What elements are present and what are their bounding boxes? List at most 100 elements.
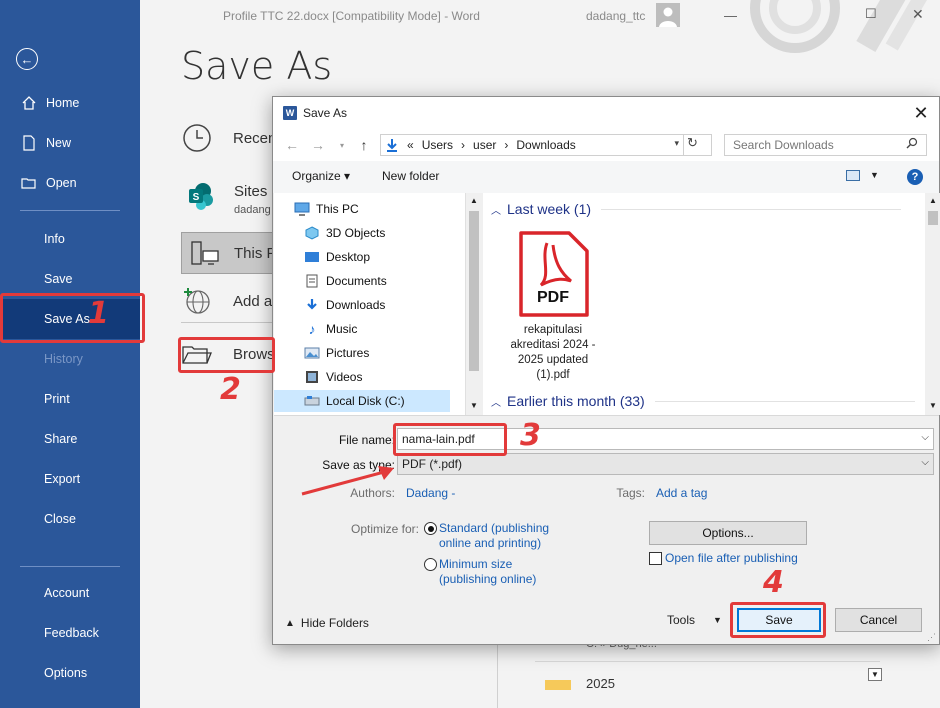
optimize-minimum-radio[interactable] bbox=[424, 558, 437, 571]
tree-item-pictures[interactable]: Pictures bbox=[304, 342, 369, 364]
dialog-title: Save As bbox=[303, 106, 348, 120]
minimize-icon[interactable]: — bbox=[724, 8, 737, 23]
search-input[interactable]: Search Downloads bbox=[724, 134, 927, 156]
location-sites-sub: dadang bbox=[234, 204, 271, 216]
location-this-pc[interactable]: This P bbox=[181, 232, 281, 274]
list-dropdown-icon[interactable]: ▼ bbox=[868, 668, 882, 681]
scroll-down-icon[interactable]: ▼ bbox=[929, 401, 937, 410]
help-icon[interactable]: ? bbox=[907, 169, 923, 185]
tree-item-label: Desktop bbox=[326, 250, 371, 264]
open-after-publishing-checkbox[interactable] bbox=[649, 552, 662, 565]
breadcrumb-users[interactable]: Users bbox=[422, 138, 453, 152]
nav-options[interactable]: Options bbox=[0, 653, 140, 693]
tree-item-downloads[interactable]: Downloads bbox=[304, 294, 385, 316]
open-after-publishing-label[interactable]: Open file after publishing bbox=[665, 551, 798, 565]
tools-button[interactable]: Tools ▼ bbox=[667, 613, 722, 627]
scrollbar-thumb[interactable] bbox=[469, 211, 479, 371]
location-this-pc-label: This P bbox=[234, 245, 277, 262]
breadcrumb-user[interactable]: user bbox=[473, 138, 496, 152]
annotation-number-4: 4 bbox=[763, 565, 784, 600]
nav-info-label: Info bbox=[44, 232, 65, 246]
nav-share[interactable]: Share bbox=[0, 419, 140, 459]
save-type-select[interactable]: PDF (*.pdf) ⌵ bbox=[397, 453, 934, 475]
add-tag-link[interactable]: Add a tag bbox=[656, 486, 707, 500]
scrollbar-thumb[interactable] bbox=[928, 211, 938, 225]
nav-feedback-label: Feedback bbox=[44, 626, 99, 640]
tree-item-local-disk[interactable]: Local Disk (C:) bbox=[274, 390, 450, 412]
nav-open[interactable]: Open bbox=[0, 163, 140, 203]
nav-feedback[interactable]: Feedback bbox=[0, 613, 140, 653]
organize-button[interactable]: Organize ▾ bbox=[292, 169, 350, 183]
authors-value[interactable]: Dadang - bbox=[406, 486, 455, 500]
optimize-minimum-label[interactable]: Minimum size (publishing online) bbox=[439, 557, 569, 587]
optimize-standard-label[interactable]: Standard (publishing online and printing… bbox=[439, 521, 569, 551]
nav-home-label: Home bbox=[46, 96, 80, 110]
address-dropdown-icon[interactable]: ▾ bbox=[674, 138, 679, 149]
nav-print[interactable]: Print bbox=[0, 379, 140, 419]
pane-separator bbox=[274, 415, 939, 416]
group-earlier-month[interactable]: ︿ Earlier this month (33) bbox=[491, 393, 915, 409]
location-sites[interactable]: S Sites - dadang bbox=[181, 176, 281, 222]
nav-new[interactable]: New bbox=[0, 123, 140, 163]
up-folder-icon[interactable]: ↑ bbox=[355, 135, 373, 155]
back-icon[interactable]: ← bbox=[283, 135, 301, 155]
hide-folders-button[interactable]: ▲ Hide Folders bbox=[285, 616, 369, 630]
breadcrumb-chevron[interactable]: « bbox=[407, 138, 414, 152]
tree-item-label: Local Disk (C:) bbox=[326, 394, 405, 408]
forward-icon[interactable]: → bbox=[309, 135, 327, 155]
cancel-button[interactable]: Cancel bbox=[835, 608, 922, 632]
location-recent[interactable]: Recen bbox=[181, 115, 276, 161]
pictures-icon bbox=[304, 346, 320, 360]
chevron-down-icon[interactable]: ⌵ bbox=[921, 457, 929, 468]
nav-home[interactable]: Home bbox=[0, 83, 140, 123]
window-close-icon[interactable]: ✕ bbox=[912, 6, 924, 23]
scroll-up-icon[interactable]: ▲ bbox=[470, 196, 478, 205]
avatar[interactable] bbox=[656, 3, 680, 27]
back-arrow-icon[interactable]: ← bbox=[16, 48, 38, 70]
recent-locations-icon[interactable]: ▾ bbox=[333, 135, 351, 155]
options-button[interactable]: Options... bbox=[649, 521, 807, 545]
nav-close[interactable]: Close bbox=[0, 499, 140, 539]
dialog-close-icon[interactable]: ✕ bbox=[907, 101, 935, 125]
file-list-scrollbar[interactable]: ▲ ▼ bbox=[925, 193, 940, 415]
address-bar[interactable]: « Users › user › Downloads ▾ ↻ bbox=[380, 134, 712, 156]
tree-item-3d-objects[interactable]: 3D Objects bbox=[304, 222, 385, 244]
file-item-pdf[interactable]: PDF rekapitulasi akreditasi 2024 - 2025 … bbox=[505, 229, 601, 385]
folder-2025-label: 2025 bbox=[586, 676, 615, 691]
tools-label: Tools bbox=[667, 613, 696, 627]
tree-item-label: Music bbox=[326, 322, 358, 336]
chevron-down-icon[interactable]: ⌵ bbox=[921, 432, 929, 443]
tree-item-this-pc[interactable]: This PC bbox=[294, 198, 359, 220]
location-add-place[interactable]: Add a bbox=[181, 278, 272, 324]
file-list: ︿ Last week (1) PDF rekapitulasi akredit… bbox=[483, 193, 925, 415]
folder-icon bbox=[545, 680, 571, 690]
sharepoint-icon: S bbox=[187, 182, 213, 210]
annotation-box-browse bbox=[178, 337, 275, 373]
scroll-down-icon[interactable]: ▼ bbox=[470, 401, 478, 410]
group-last-week[interactable]: ︿ Last week (1) bbox=[491, 201, 902, 217]
tree-item-label: 3D Objects bbox=[326, 226, 386, 240]
tree-item-label: Pictures bbox=[326, 346, 370, 360]
view-options-icon[interactable] bbox=[846, 170, 860, 181]
new-folder-button[interactable]: New folder bbox=[382, 169, 439, 183]
location-add-place-label: Add a bbox=[233, 292, 273, 310]
dialog-toolbar: Organize ▾ New folder ▼ ? bbox=[273, 161, 939, 193]
nav-scrollbar[interactable]: ▲ ▼ bbox=[466, 193, 482, 415]
word-app-icon: W bbox=[283, 106, 297, 120]
scroll-up-icon[interactable]: ▲ bbox=[929, 196, 937, 205]
tree-item-desktop[interactable]: Desktop bbox=[304, 246, 370, 268]
tree-item-documents[interactable]: Documents bbox=[304, 270, 387, 292]
view-dropdown-icon[interactable]: ▼ bbox=[870, 170, 879, 180]
breadcrumb-downloads[interactable]: Downloads bbox=[516, 138, 575, 152]
nav-account[interactable]: Account bbox=[0, 573, 140, 613]
globe-add-icon bbox=[181, 285, 213, 317]
tree-item-music[interactable]: ♪ Music bbox=[304, 318, 358, 340]
nav-export[interactable]: Export bbox=[0, 459, 140, 499]
restore-icon[interactable]: ☐ bbox=[865, 6, 877, 22]
nav-info[interactable]: Info bbox=[0, 219, 140, 259]
locations-divider bbox=[181, 322, 281, 323]
optimize-standard-radio[interactable] bbox=[424, 522, 437, 535]
refresh-icon[interactable]: ↻ bbox=[683, 135, 701, 155]
tree-item-videos[interactable]: Videos bbox=[304, 366, 362, 388]
resize-grip-icon[interactable]: ⋰ bbox=[927, 632, 936, 643]
